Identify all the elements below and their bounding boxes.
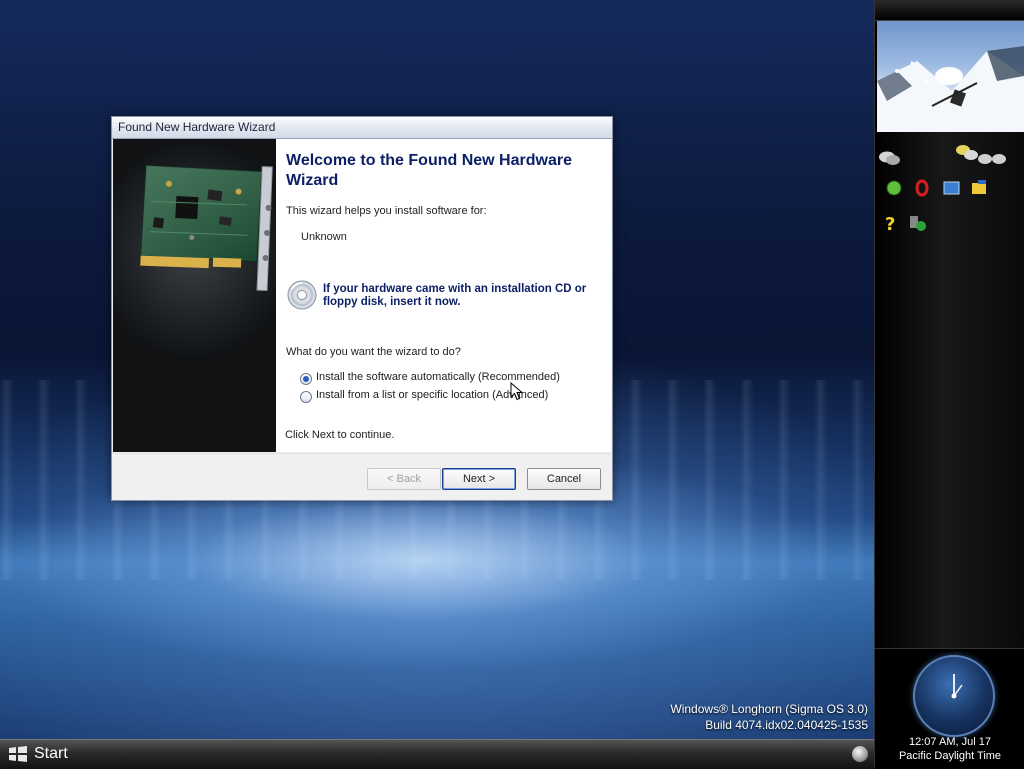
clock-timezone: Pacific Daylight Time: [898, 750, 1002, 762]
window-titlebar[interactable]: Found New Hardware Wizard: [112, 117, 612, 139]
cd-prompt-text: If your hardware came with an installati…: [323, 283, 587, 308]
clock-time: 12:07 AM, Jul 17: [909, 736, 991, 748]
radio-install-automatic[interactable]: [300, 373, 312, 385]
cd-prompt: If your hardware came with an installati…: [286, 279, 606, 315]
chat-bubbles-group-icon[interactable]: [956, 145, 1006, 164]
found-new-hardware-wizard-window[interactable]: Found New Hardware Wizard Welcome to the…: [111, 116, 613, 501]
windows-logo-icon: [9, 746, 27, 762]
cancel-button[interactable]: Cancel: [527, 468, 601, 490]
sidebar-clock[interactable]: 12:07 AM, Jul 17 Pacific Daylight Time: [875, 648, 1024, 769]
sidebar-tray-icons: ?: [875, 140, 1024, 244]
version-line-2: Build 4074.idx02.040425-1535: [705, 718, 868, 732]
wizard-heading: Welcome to the Found New Hardware Wizard: [286, 152, 572, 189]
sidebar-icon-grid: ?: [879, 145, 1006, 235]
tray-orb-icon[interactable]: [852, 746, 868, 762]
wizard-question: What do you want the wizard to do?: [286, 346, 461, 358]
start-button[interactable]: Start: [4, 743, 76, 765]
version-line-1: Windows® Longhorn (Sigma OS 3.0): [670, 702, 868, 716]
radio-install-from-list[interactable]: [300, 391, 312, 403]
blue-window-icon[interactable]: [943, 181, 960, 195]
slideshow-tile[interactable]: [877, 21, 1024, 132]
clock-face: [913, 655, 995, 737]
start-label: Start: [34, 745, 68, 762]
taskbar: Start: [0, 739, 874, 769]
wizard-footer-text: Click Next to continue.: [285, 429, 395, 441]
wizard-button-bar: < Back Next > Cancel: [113, 453, 611, 500]
wizard-intro: This wizard helps you install software f…: [286, 205, 487, 217]
device-name: Unknown: [301, 231, 347, 243]
mouse-cursor-icon: [510, 382, 524, 401]
skier-photo: [877, 46, 1024, 132]
yellow-folder-icon[interactable]: [972, 180, 986, 194]
pci-card-image: [140, 164, 273, 292]
cd-icon: [287, 280, 317, 310]
desktop: Found New Hardware Wizard Welcome to the…: [0, 0, 874, 739]
sidebar: ? 12:07 AM, Jul 17 Pacific Daylight Time: [874, 0, 1024, 769]
green-orb-icon[interactable]: [886, 180, 902, 196]
sidebar-top-bar[interactable]: [875, 0, 1024, 21]
wizard-side-panel: [113, 139, 276, 452]
clock-hands: [951, 674, 963, 699]
desktop-version-watermark: Windows® Longhorn (Sigma OS 3.0) Build 4…: [670, 701, 868, 733]
red-o-icon[interactable]: [915, 179, 929, 197]
chat-bubbles-icon[interactable]: [879, 151, 900, 166]
next-button[interactable]: Next >: [442, 468, 516, 490]
wizard-body: Welcome to the Found New Hardware Wizard…: [113, 139, 611, 452]
device-check-icon[interactable]: [910, 216, 926, 231]
help-icon[interactable]: ?: [885, 214, 895, 235]
wizard-content: Welcome to the Found New Hardware Wizard…: [276, 139, 611, 452]
back-button[interactable]: < Back: [367, 468, 441, 490]
